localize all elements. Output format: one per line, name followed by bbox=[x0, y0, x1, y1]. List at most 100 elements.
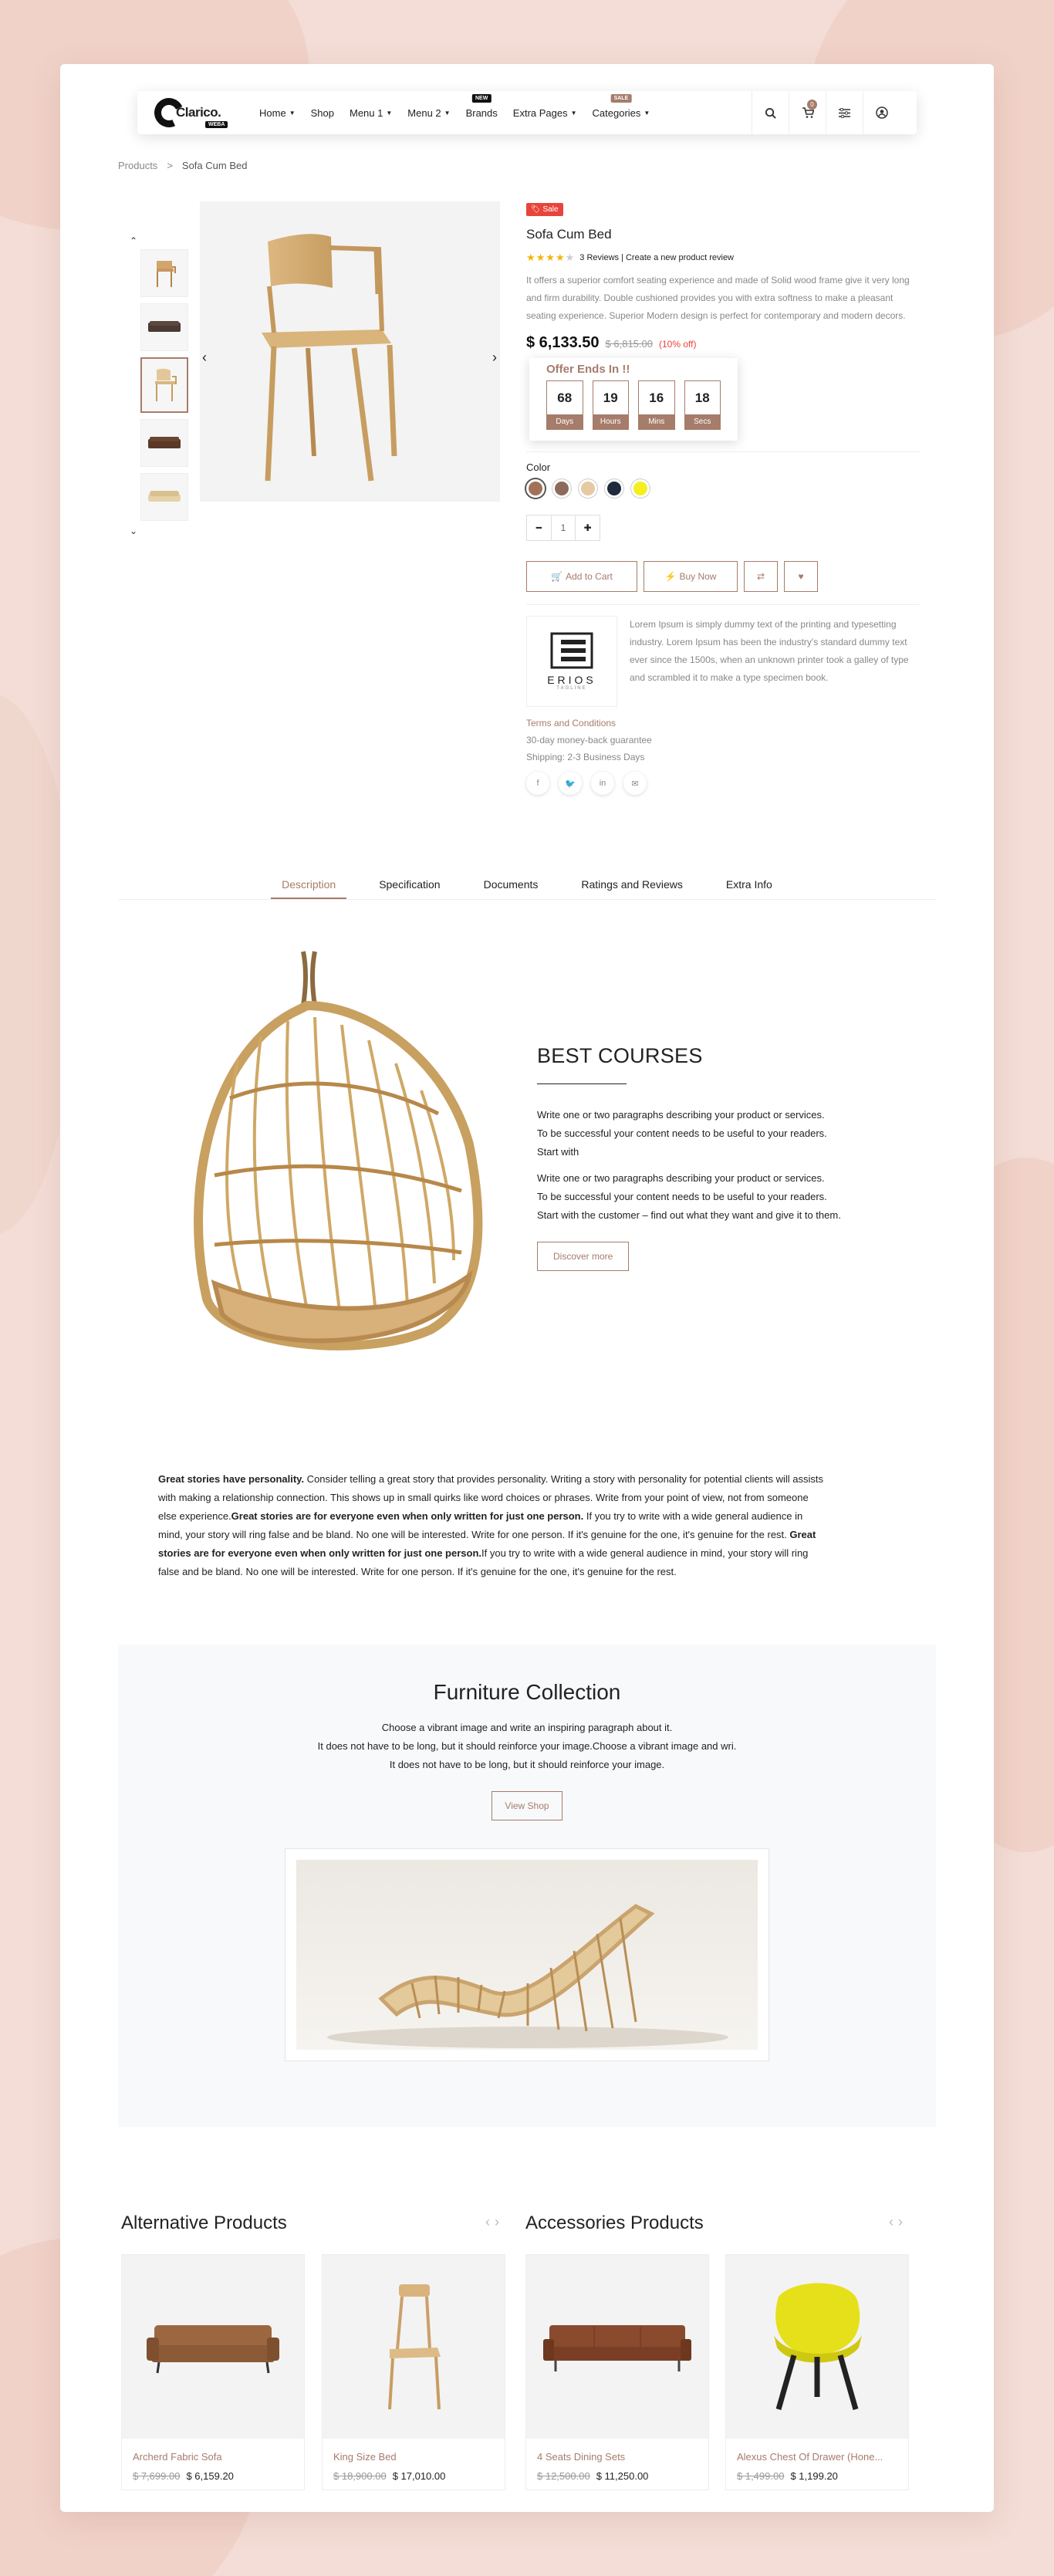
product-card-name[interactable]: Archerd Fabric Sofa bbox=[133, 2451, 304, 2463]
wishlist-heart-icon[interactable]: ♥ bbox=[784, 561, 818, 592]
prev-image-icon[interactable]: ‹ bbox=[202, 350, 207, 366]
timer-mins: 16 Mins bbox=[638, 380, 675, 430]
breadcrumb: Products > Sofa Cum Bed bbox=[118, 160, 247, 171]
linkedin-icon[interactable]: in bbox=[591, 772, 614, 795]
breadcrumb-current: Sofa Cum Bed bbox=[181, 160, 248, 171]
timer-days: 68 Days bbox=[546, 380, 583, 430]
product-card[interactable]: 4 Seats Dining Sets $ 12,500.00 $ 11,250.… bbox=[525, 2254, 709, 2490]
accessories-products-title: Accessories Products bbox=[525, 2213, 704, 2233]
product-card-name[interactable]: 4 Seats Dining Sets bbox=[537, 2451, 708, 2463]
product-card-old-price: $ 18,900.00 bbox=[333, 2470, 387, 2482]
brand-description: Lorem Ipsum is simply dummy text of the … bbox=[630, 619, 909, 683]
terms-link[interactable]: Terms and Conditions bbox=[526, 718, 920, 729]
minus-icon[interactable]: ━ bbox=[527, 516, 551, 540]
header-navbar: Clarico. WEBA Home ▼ Shop Menu 1 ▼ Menu 2 ▼… bbox=[137, 91, 917, 134]
next-image-icon[interactable]: › bbox=[492, 350, 497, 366]
sale-badge: SALE bbox=[610, 93, 632, 103]
alternative-products-title: Alternative Products bbox=[121, 2213, 287, 2233]
story-paragraph: Great stories have personality. Consider… bbox=[158, 1473, 823, 1577]
chevron-down-icon: ▼ bbox=[570, 109, 577, 117]
brand-logo[interactable]: Clarico. WEBA bbox=[150, 93, 238, 132]
product-card-price: $ 6,159.20 bbox=[186, 2470, 234, 2482]
menu-item-categories[interactable]: SALE Categories ▼ bbox=[593, 93, 650, 119]
product-card-price: $ 17,010.00 bbox=[392, 2470, 446, 2482]
brand-logo-text: ERIOS bbox=[547, 674, 596, 686]
product-card-old-price: $ 12,500.00 bbox=[537, 2470, 590, 2482]
twitter-icon[interactable]: 🐦 bbox=[559, 772, 582, 795]
discount: (10% off) bbox=[658, 339, 697, 350]
reviews-link[interactable]: 3 Reviews | Create a new product review bbox=[579, 253, 734, 262]
thumbnail-3[interactable] bbox=[140, 357, 188, 413]
social-share: f 🐦 in ✉ bbox=[526, 772, 920, 795]
menu-item-brands[interactable]: NEW Brands bbox=[466, 93, 498, 119]
chevron-down-icon: ▼ bbox=[644, 109, 650, 117]
menu-item-home[interactable]: Home ▼ bbox=[259, 107, 296, 119]
thumbs-down-icon[interactable]: ⌄ bbox=[130, 526, 137, 536]
new-badge: NEW bbox=[472, 93, 492, 103]
product-card-image bbox=[323, 2255, 505, 2439]
guarantee-text: 30-day money-back guarantee bbox=[526, 735, 652, 745]
collection-image bbox=[285, 1848, 769, 2061]
menu-item-menu2[interactable]: Menu 2 ▼ bbox=[407, 107, 450, 119]
product-card-name[interactable]: King Size Bed bbox=[333, 2451, 505, 2463]
tab-description[interactable]: Description bbox=[271, 872, 347, 899]
price: $ 6,133.50 bbox=[526, 334, 600, 351]
color-swatch-5[interactable] bbox=[631, 479, 650, 498]
thumbnail-4[interactable] bbox=[140, 419, 188, 467]
offer-title: Offer Ends In !! bbox=[546, 363, 630, 376]
menu-item-extra-pages[interactable]: Extra Pages ▼ bbox=[513, 107, 577, 119]
old-price: $ 6,815.00 bbox=[605, 338, 653, 350]
timer-secs: 18 Secs bbox=[684, 380, 721, 430]
product-card-old-price: $ 1,499.00 bbox=[737, 2470, 785, 2482]
color-swatch-2[interactable] bbox=[552, 479, 571, 498]
product-card[interactable]: King Size Bed $ 18,900.00 $ 17,010.00 bbox=[322, 2254, 505, 2490]
tab-ratings[interactable]: Ratings and Reviews bbox=[570, 872, 694, 899]
furniture-collection-section: Furniture Collection Choose a vibrant im… bbox=[118, 1645, 936, 2127]
tab-extra-info[interactable]: Extra Info bbox=[715, 872, 783, 899]
quantity-input[interactable]: 1 bbox=[550, 516, 576, 540]
cart-icon: 🛒 bbox=[551, 571, 563, 582]
view-shop-button[interactable]: View Shop bbox=[492, 1791, 562, 1820]
thumbs-up-icon[interactable]: ⌃ bbox=[130, 235, 137, 246]
chair-image bbox=[262, 234, 397, 482]
offer-timer: Offer Ends In !! 68 Days 19 Hours 16 Mins 1… bbox=[529, 358, 738, 441]
user-icon[interactable] bbox=[863, 91, 900, 134]
rating-stars: ★★★★★ bbox=[526, 252, 576, 263]
search-icon[interactable] bbox=[752, 91, 789, 134]
color-swatch-3[interactable] bbox=[579, 479, 597, 498]
thumbnail-5[interactable] bbox=[140, 473, 188, 521]
product-main-image[interactable] bbox=[200, 201, 500, 502]
accessories-carousel-arrows-icon[interactable]: ‹› bbox=[889, 2214, 907, 2230]
courses-section: BEST COURSES Write one or two paragraphs… bbox=[537, 1044, 907, 1271]
menu-item-menu1[interactable]: Menu 1 ▼ bbox=[350, 107, 392, 119]
collection-text: Choose a vibrant image and write an insp… bbox=[317, 1722, 737, 1770]
product-card[interactable]: Archerd Fabric Sofa $ 7,699.00 $ 6,159.20 bbox=[121, 2254, 305, 2490]
title-divider bbox=[537, 1083, 627, 1084]
thumbnail-1[interactable] bbox=[140, 249, 188, 297]
cart-icon[interactable]: 0 bbox=[789, 91, 826, 134]
brand-logo-image[interactable]: ERIOS TAGLINE bbox=[526, 616, 617, 707]
product-card[interactable]: Alexus Chest Of Drawer (Hone... $ 1,499.… bbox=[725, 2254, 909, 2490]
color-swatch-4[interactable] bbox=[605, 479, 623, 498]
plus-icon[interactable]: ✚ bbox=[576, 516, 600, 540]
filter-icon[interactable] bbox=[826, 91, 863, 134]
product-name: Sofa Cum Bed bbox=[526, 227, 612, 242]
alternative-carousel-arrows-icon[interactable]: ‹› bbox=[485, 2214, 504, 2230]
menu-item-shop[interactable]: Shop bbox=[311, 107, 334, 119]
courses-paragraph-2: Write one or two paragraphs describing y… bbox=[537, 1172, 841, 1221]
cart-count-badge: 0 bbox=[807, 100, 817, 110]
email-icon[interactable]: ✉ bbox=[623, 772, 647, 795]
discover-more-button[interactable]: Discover more bbox=[537, 1242, 630, 1271]
color-swatch-1[interactable] bbox=[526, 479, 545, 498]
breadcrumb-parent[interactable]: Products bbox=[118, 160, 157, 171]
tab-documents[interactable]: Documents bbox=[473, 872, 549, 899]
facebook-icon[interactable]: f bbox=[526, 772, 549, 795]
product-card-price: $ 1,199.20 bbox=[790, 2470, 838, 2482]
product-card-name[interactable]: Alexus Chest Of Drawer (Hone... bbox=[737, 2451, 908, 2463]
tab-specification[interactable]: Specification bbox=[368, 872, 451, 899]
add-to-cart-button[interactable]: 🛒 Add to Cart bbox=[526, 561, 637, 592]
compare-icon[interactable]: ⇄ bbox=[744, 561, 778, 592]
buy-now-button[interactable]: ⚡ Buy Now bbox=[644, 561, 738, 592]
rating-row: ★★★★★ 3 Reviews | Create a new product r… bbox=[526, 252, 920, 264]
thumbnail-2[interactable] bbox=[140, 303, 188, 351]
